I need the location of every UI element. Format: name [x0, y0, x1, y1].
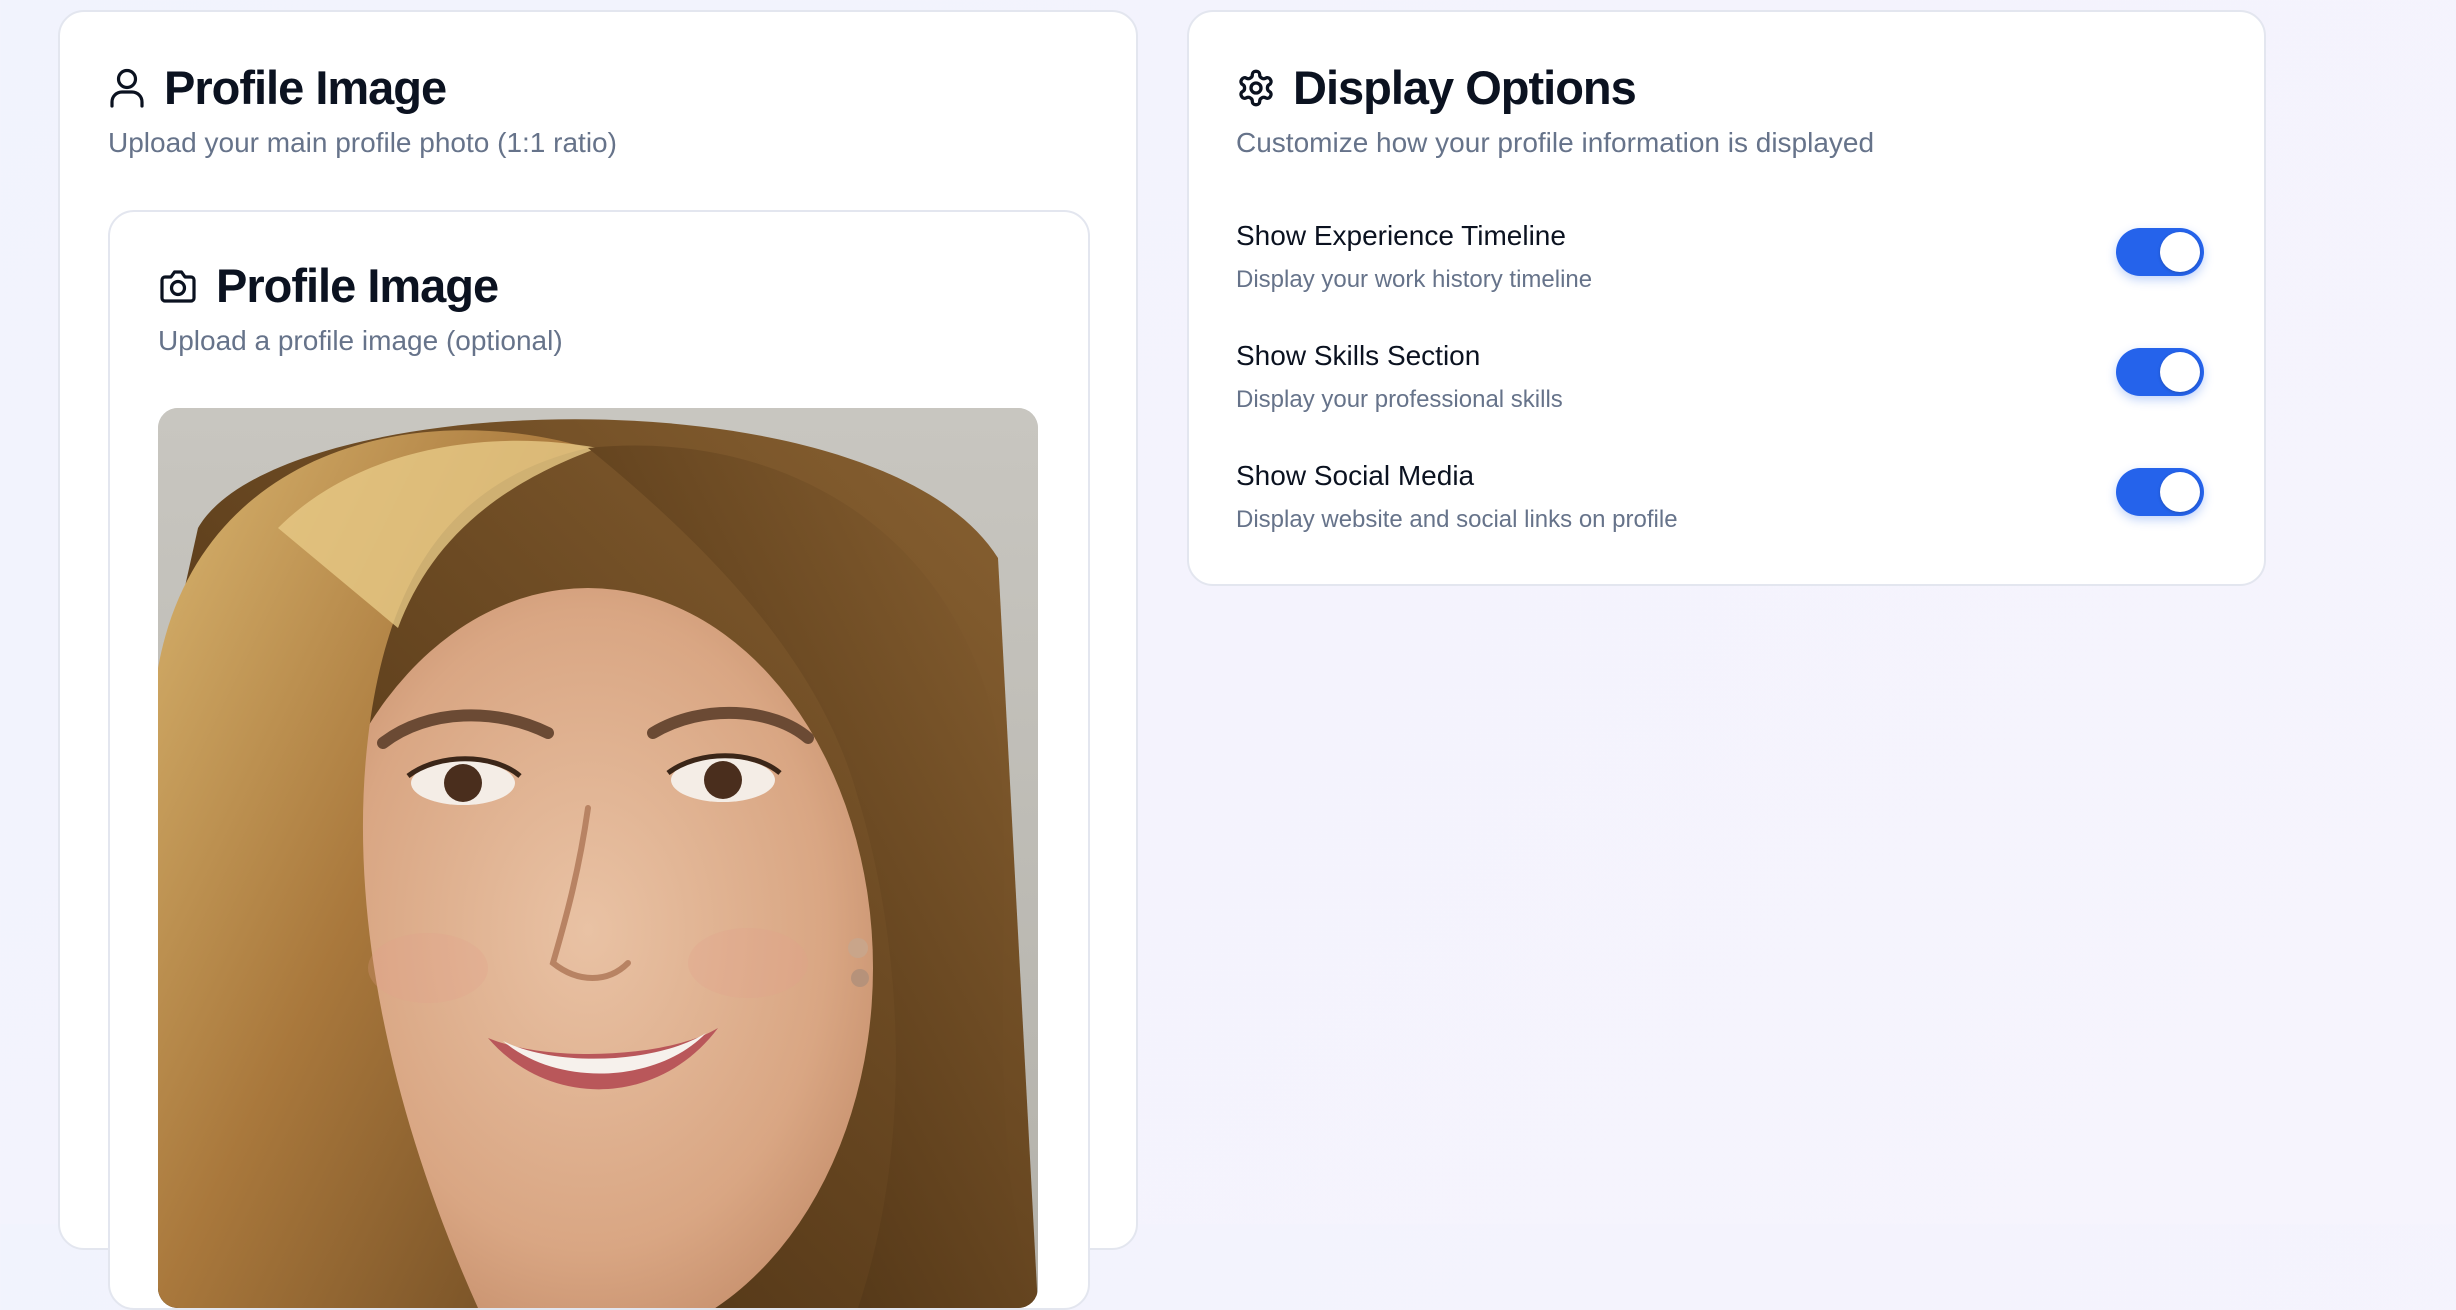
gear-icon	[1236, 68, 1276, 108]
profile-image-card: Profile Image Upload your main profile p…	[58, 10, 1138, 1310]
skills-section-toggle[interactable]	[2116, 348, 2204, 396]
profile-image-header: Profile Image	[108, 61, 447, 114]
profile-photo-image	[158, 408, 1038, 1308]
option-description: Display website and social links on prof…	[1236, 506, 1678, 533]
profile-upload-subtitle: Upload a profile image (optional)	[158, 325, 563, 356]
option-experience-timeline: Show Experience Timeline Display your wo…	[1236, 222, 2216, 302]
option-description: Display your work history timeline	[1236, 266, 1593, 293]
option-skills-section: Show Skills Section Display your profess…	[1236, 342, 2216, 422]
option-label: Show Skills Section	[1236, 340, 1481, 371]
user-icon	[108, 68, 146, 108]
profile-photo[interactable]	[158, 408, 1038, 1308]
social-media-toggle[interactable]	[2116, 468, 2204, 516]
option-description: Display your professional skills	[1236, 386, 1563, 413]
profile-upload-card: Profile Image Upload a profile image (op…	[108, 210, 1090, 1310]
toggle-knob	[2160, 472, 2200, 512]
option-label: Show Social Media	[1236, 460, 1475, 491]
camera-icon	[158, 267, 198, 305]
profile-upload-title: Profile Image	[216, 259, 499, 312]
display-options-title: Display Options	[1293, 61, 1637, 114]
profile-image-subtitle: Upload your main profile photo (1:1 rati…	[108, 127, 617, 158]
display-options-header: Display Options	[1236, 61, 1637, 114]
option-social-media: Show Social Media Display website and so…	[1236, 462, 2216, 542]
profile-upload-header: Profile Image	[158, 259, 499, 312]
experience-timeline-toggle[interactable]	[2116, 228, 2204, 276]
toggle-knob	[2160, 232, 2200, 272]
profile-image-title: Profile Image	[164, 61, 447, 114]
toggle-knob	[2160, 352, 2200, 392]
option-label: Show Experience Timeline	[1236, 220, 1566, 251]
display-options-subtitle: Customize how your profile information i…	[1236, 127, 1875, 158]
display-options-card: Display Options Customize how your profi…	[1187, 10, 2266, 586]
